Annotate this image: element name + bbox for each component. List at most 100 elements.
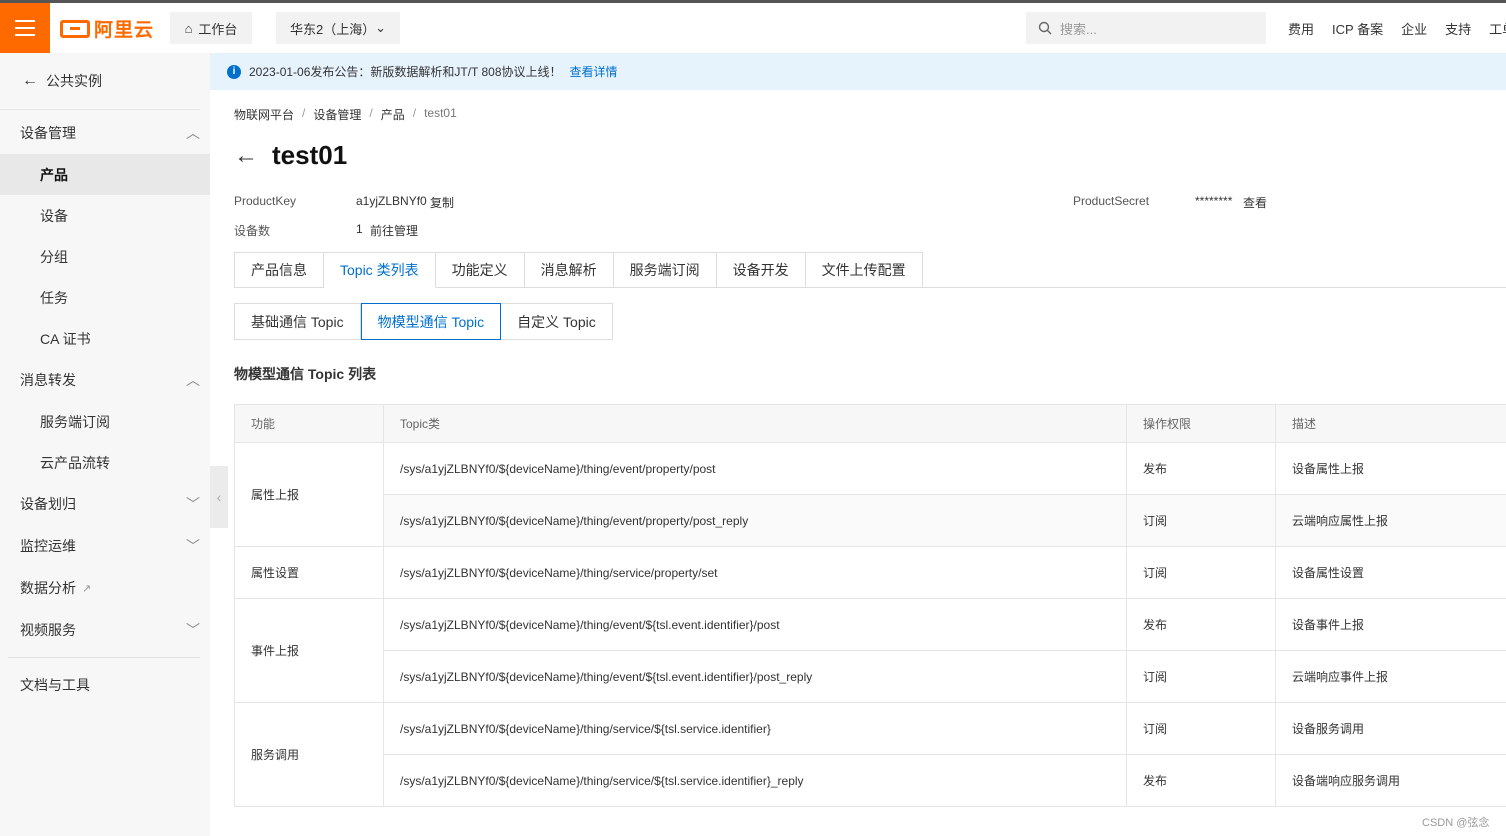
description-cell: 设备服务调用 bbox=[1275, 702, 1506, 755]
sidebar-group-label: 数据分析 bbox=[20, 580, 76, 596]
sidebar-group-label: 视频服务 bbox=[20, 622, 76, 638]
function-cell: 属性上报 bbox=[234, 442, 384, 547]
arrow-left-icon: ← bbox=[22, 72, 38, 89]
sidebar-group-video-service[interactable]: 视频服务 ﹀ bbox=[0, 609, 210, 651]
subtab-custom-topic[interactable]: 自定义 Topic bbox=[501, 303, 613, 340]
sidebar-group-label: 设备划归 bbox=[20, 496, 76, 512]
region-selector[interactable]: 华东2（上海） ⌄ bbox=[276, 12, 400, 44]
sidebar-divider bbox=[8, 657, 200, 658]
nav-enterprise[interactable]: 企业 bbox=[1401, 19, 1427, 38]
chevron-down-icon: ﹀ bbox=[186, 496, 200, 512]
sidebar-item-server-sub[interactable]: 服务端订阅 bbox=[0, 401, 210, 442]
logo-mark-icon bbox=[60, 19, 90, 38]
table-row: 属性上报 /sys/a1yjZLBNYf0/${deviceName}/thin… bbox=[234, 442, 1506, 547]
table-row: 服务调用 /sys/a1yjZLBNYf0/${deviceName}/thin… bbox=[234, 702, 1506, 807]
permission-cell: 订阅 bbox=[1126, 650, 1276, 703]
sidebar-item-product[interactable]: 产品 bbox=[0, 154, 210, 195]
sidebar-item-cloud-flow[interactable]: 云产品流转 bbox=[0, 442, 210, 483]
topic-cell: /sys/a1yjZLBNYf0/${deviceName}/thing/ser… bbox=[383, 702, 1127, 755]
breadcrumb-product[interactable]: 产品 bbox=[381, 106, 405, 123]
breadcrumb-iot-platform[interactable]: 物联网平台 bbox=[234, 106, 294, 123]
tab-topic-list[interactable]: Topic 类列表 bbox=[324, 252, 436, 288]
nav-support[interactable]: 支持 bbox=[1445, 19, 1471, 38]
sidebar-collapse-handle[interactable]: ‹ bbox=[210, 466, 228, 528]
sidebar-group-label: 消息转发 bbox=[20, 372, 76, 388]
description-cell: 云端响应事件上报 bbox=[1275, 650, 1506, 703]
permission-cell: 发布 bbox=[1126, 754, 1276, 807]
description-cell: 设备事件上报 bbox=[1275, 598, 1506, 651]
sidebar-group-device-assign[interactable]: 设备划归 ﹀ bbox=[0, 483, 210, 525]
permission-cell: 发布 bbox=[1126, 598, 1276, 651]
sidebar-item-ca-cert[interactable]: CA 证书 bbox=[0, 318, 210, 359]
hamburger-menu-button[interactable] bbox=[0, 3, 50, 53]
page-title: test01 bbox=[272, 140, 348, 170]
aliyun-logo[interactable]: 阿里云 bbox=[60, 15, 154, 42]
sidebar-group-data-analysis[interactable]: 数据分析 ↗ bbox=[0, 567, 210, 609]
description-cell: 设备属性设置 bbox=[1275, 546, 1506, 599]
page-header: ← test01 bbox=[234, 140, 347, 171]
productkey-label: ProductKey bbox=[234, 194, 297, 208]
tab-function-definition[interactable]: 功能定义 bbox=[435, 252, 525, 288]
description-cell: 设备属性上报 bbox=[1275, 442, 1506, 495]
info-icon: i bbox=[227, 64, 241, 79]
chevron-down-icon: ﹀ bbox=[186, 538, 200, 554]
column-header-topic: Topic类 bbox=[383, 404, 1127, 443]
tab-file-upload-config[interactable]: 文件上传配置 bbox=[805, 252, 923, 288]
sidebar-group-label: 文档与工具 bbox=[20, 677, 90, 693]
column-header-permission: 操作权限 bbox=[1126, 404, 1276, 443]
chevron-down-icon: ⌄ bbox=[375, 20, 386, 35]
announcement-text: 2023-01-06发布公告：新版数据解析和JT/T 808协议上线！ bbox=[249, 65, 562, 79]
topic-subtabs: 基础通信 Topic 物模型通信 Topic 自定义 Topic bbox=[234, 303, 613, 340]
nav-icp[interactable]: ICP 备案 bbox=[1332, 19, 1383, 38]
device-count-value: 1 bbox=[356, 222, 363, 236]
sidebar-group-label: 监控运维 bbox=[20, 538, 76, 554]
announcement-banner: i 2023-01-06发布公告：新版数据解析和JT/T 808协议上线！ 查看… bbox=[210, 53, 1506, 90]
function-cell: 服务调用 bbox=[234, 702, 384, 807]
chevron-left-icon: ‹ bbox=[216, 489, 222, 505]
sidebar-group-docs-tools[interactable]: 文档与工具 bbox=[0, 664, 210, 706]
nav-ticket[interactable]: 工单 bbox=[1489, 19, 1506, 38]
view-productsecret-link[interactable]: 查看 bbox=[1243, 194, 1267, 211]
tab-device-development[interactable]: 设备开发 bbox=[716, 252, 806, 288]
sidebar-group-msg-forward[interactable]: 消息转发 ︿ bbox=[0, 359, 210, 401]
sidebar-item-task[interactable]: 任务 bbox=[0, 277, 210, 318]
sidebar-item-device[interactable]: 设备 bbox=[0, 195, 210, 236]
sidebar-group-monitor-ops[interactable]: 监控运维 ﹀ bbox=[0, 525, 210, 567]
top-nav-links: 费用 ICP 备案 企业 支持 工单 bbox=[1288, 19, 1506, 38]
manage-devices-link[interactable]: 前往管理 bbox=[370, 222, 418, 239]
region-label: 华东2（上海） bbox=[290, 21, 376, 37]
table-row: 属性设置 /sys/a1yjZLBNYf0/${deviceName}/thin… bbox=[234, 546, 1506, 599]
subtab-thing-model-topic[interactable]: 物模型通信 Topic bbox=[360, 303, 502, 340]
subtab-basic-topic[interactable]: 基础通信 Topic bbox=[234, 303, 361, 340]
tab-server-subscription[interactable]: 服务端订阅 bbox=[613, 252, 717, 288]
back-arrow-icon[interactable]: ← bbox=[234, 142, 258, 170]
table-row: /sys/a1yjZLBNYf0/${deviceName}/thing/eve… bbox=[235, 650, 1506, 703]
chevron-down-icon: ﹀ bbox=[186, 622, 200, 638]
topic-cell: /sys/a1yjZLBNYf0/${deviceName}/thing/eve… bbox=[383, 494, 1127, 547]
tab-message-parsing[interactable]: 消息解析 bbox=[524, 252, 614, 288]
nav-fees[interactable]: 费用 bbox=[1288, 19, 1314, 38]
column-header-description: 描述 bbox=[1275, 404, 1506, 443]
function-cell: 属性设置 bbox=[234, 546, 384, 599]
description-cell: 设备端响应服务调用 bbox=[1275, 754, 1506, 807]
breadcrumb-current: test01 bbox=[424, 106, 457, 120]
workbench-button[interactable]: ⌂ 工作台 bbox=[170, 12, 252, 44]
productsecret-value: ******** bbox=[1195, 194, 1233, 208]
topic-cell: /sys/a1yjZLBNYf0/${deviceName}/thing/eve… bbox=[383, 598, 1127, 651]
tab-product-info[interactable]: 产品信息 bbox=[234, 252, 324, 288]
watermark: CSDN @弦念 bbox=[1422, 817, 1490, 829]
topic-cell: /sys/a1yjZLBNYf0/${deviceName}/thing/ser… bbox=[383, 546, 1127, 599]
sidebar-back-link[interactable]: ← 公共实例 bbox=[0, 53, 200, 110]
breadcrumb-separator: / bbox=[302, 106, 306, 120]
breadcrumb-device-mgmt[interactable]: 设备管理 bbox=[313, 106, 361, 123]
announcement-details-link[interactable]: 查看详情 bbox=[570, 63, 618, 80]
permission-cell: 订阅 bbox=[1126, 546, 1276, 599]
search-input[interactable]: 搜索... bbox=[1026, 12, 1266, 44]
device-count-label: 设备数 bbox=[234, 224, 271, 238]
copy-productkey-link[interactable]: 复制 bbox=[430, 194, 454, 211]
external-link-icon: ↗ bbox=[82, 582, 92, 595]
logo-text: 阿里云 bbox=[94, 20, 155, 41]
search-icon bbox=[1038, 21, 1052, 35]
sidebar-item-group[interactable]: 分组 bbox=[0, 236, 210, 277]
sidebar-group-device-mgmt[interactable]: 设备管理 ︿ bbox=[0, 112, 210, 154]
